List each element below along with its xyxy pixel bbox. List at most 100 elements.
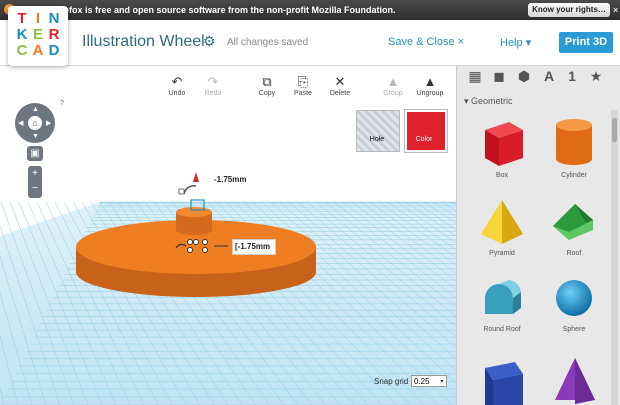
shape-wedge[interactable] <box>467 354 537 405</box>
category-header[interactable]: ▾ Geometric <box>464 96 513 107</box>
copy-label: Copy <box>258 90 276 97</box>
paste-label: Paste <box>294 90 312 97</box>
height-arrow-handle[interactable] <box>193 172 199 182</box>
view-navigation-pad[interactable]: ▲ ▼ ◀ ▶ ⌂ <box>15 103 55 143</box>
nav-left-icon[interactable]: ◀ <box>18 119 23 127</box>
tinkercad-logo[interactable]: TIN KER CAD <box>8 6 68 66</box>
scale-handle[interactable] <box>187 239 193 245</box>
save-close-link[interactable]: Save & Close × <box>388 36 464 48</box>
shape-box[interactable]: Box <box>467 116 537 179</box>
shapes-sidebar: ▦ ◼ ⬢ A 1 ★ ▾ Geometric Box Cylinder Pyr… <box>456 66 620 405</box>
scale-handle[interactable] <box>193 239 199 245</box>
shape-sphere[interactable]: Sphere <box>539 274 609 333</box>
scale-handle[interactable] <box>187 247 193 253</box>
print-3d-button[interactable]: Print 3D <box>559 32 613 53</box>
design-title[interactable]: Illustration Wheel <box>82 33 205 51</box>
logo-letter: C <box>16 42 28 59</box>
scale-handle[interactable] <box>202 247 208 253</box>
notification-message: Mozilla Firefox is free and open source … <box>20 5 396 15</box>
delete-icon: ✕ <box>334 74 346 89</box>
shape-label: Pyramid <box>489 250 515 257</box>
close-icon[interactable]: × <box>613 5 618 15</box>
scale-handle[interactable] <box>202 239 208 245</box>
hole-label: Hole <box>369 136 385 143</box>
group-button[interactable]: ▲ Group <box>377 74 409 97</box>
round-roof-icon <box>485 280 521 314</box>
redo-label: Redo <box>204 90 222 97</box>
zoom-controls[interactable]: + − <box>28 166 42 198</box>
cylinder-icon <box>556 119 592 165</box>
color-label: Color <box>415 136 433 143</box>
help-menu[interactable]: Help ▾ <box>500 36 531 49</box>
sidebar-scrollbar[interactable] <box>611 110 618 405</box>
color-swatch[interactable] <box>405 110 447 152</box>
gear-icon[interactable]: ⚙ <box>203 33 216 50</box>
delete-button[interactable]: ✕ Delete <box>324 74 356 97</box>
shape-round-roof[interactable]: Round Roof <box>467 274 537 333</box>
dropdown-arrow-icon: ▾ <box>440 379 444 385</box>
shape-label: Roof <box>566 250 582 257</box>
snap-grid-select[interactable]: 0.25 ▾ <box>411 375 447 387</box>
logo-letter: D <box>48 42 60 59</box>
notification-bar: Mozilla Firefox is free and open source … <box>0 0 620 20</box>
tab-workplane-icon[interactable]: ▦ <box>463 66 487 86</box>
delete-label: Delete <box>329 90 351 97</box>
logo-letter: I <box>35 10 41 27</box>
shape-cone[interactable] <box>539 354 609 405</box>
group-label: Group <box>383 90 403 97</box>
save-status: All changes saved <box>227 37 309 48</box>
logo-letter: K <box>16 26 28 43</box>
redo-button[interactable]: ↷ Redo <box>197 74 229 97</box>
shape-label: Sphere <box>562 326 586 333</box>
workplane-viewport[interactable]: ↶ Undo ↷ Redo ⧉ Copy ⎘ Paste ✕ Delete ▲ Group … <box>0 66 456 405</box>
snap-grid-value: 0.25 <box>414 377 430 386</box>
hub-top[interactable] <box>176 207 212 217</box>
shape-label: Cylinder <box>561 172 587 179</box>
category-label: Geometric <box>471 96 513 106</box>
rotate-handle-square[interactable] <box>178 188 185 195</box>
shape-cylinder[interactable]: Cylinder <box>539 116 609 179</box>
logo-letter: N <box>48 10 60 27</box>
tab-numbers-icon[interactable]: 1 <box>560 66 584 86</box>
pyramid-icon <box>481 200 523 244</box>
logo-letter: T <box>17 10 27 27</box>
view-cube-button[interactable]: ▣ <box>27 146 43 161</box>
rotate-handle[interactable] <box>183 185 197 195</box>
home-view-icon[interactable]: ⌂ <box>28 116 42 130</box>
nav-right-icon[interactable]: ▶ <box>46 119 51 127</box>
nav-down-icon[interactable]: ▼ <box>32 133 39 140</box>
wedge-icon <box>485 362 523 405</box>
redo-icon: ↷ <box>207 74 219 89</box>
ungroup-icon: ▲ <box>423 74 437 89</box>
cone-icon <box>555 358 595 404</box>
zoom-out-icon[interactable]: − <box>28 181 42 196</box>
tab-text-icon[interactable]: A <box>537 66 561 86</box>
paste-button[interactable]: ⎘ Paste <box>287 74 319 97</box>
height-dimension: -1.75mm <box>214 175 247 184</box>
know-your-rights-button[interactable]: Know your rights… <box>528 3 610 17</box>
scrollbar-thumb[interactable] <box>612 118 617 142</box>
group-icon: ▲ <box>386 74 400 89</box>
snap-grid-label: Snap grid <box>374 377 409 386</box>
help-icon[interactable]: ? <box>60 100 64 107</box>
shape-pyramid[interactable]: Pyramid <box>467 196 537 257</box>
zoom-in-icon[interactable]: + <box>28 166 42 181</box>
logo-letter: R <box>48 26 60 43</box>
logo-letter: E <box>32 26 43 43</box>
ungroup-label: Ungroup <box>416 90 444 97</box>
tab-components-icon[interactable]: ⬢ <box>512 66 536 86</box>
app-header: Illustration Wheel ⚙ All changes saved S… <box>0 20 620 66</box>
ungroup-button[interactable]: ▲ Ungroup <box>414 74 446 97</box>
hole-swatch[interactable] <box>356 110 400 152</box>
nav-up-icon[interactable]: ▲ <box>32 106 39 113</box>
logo-letter: A <box>32 42 44 59</box>
cube-icon: ▣ <box>30 148 40 159</box>
undo-button[interactable]: ↶ Undo <box>161 74 193 97</box>
chevron-down-icon: ▾ <box>464 96 472 106</box>
tab-shapes-icon[interactable]: ◼ <box>487 66 511 86</box>
dimension-input[interactable]: [-1.75mm <box>232 239 276 255</box>
copy-button[interactable]: ⧉ Copy <box>251 74 283 97</box>
sphere-icon <box>556 280 592 316</box>
shape-roof[interactable]: Roof <box>539 196 609 257</box>
tab-symbols-icon[interactable]: ★ <box>584 66 608 86</box>
